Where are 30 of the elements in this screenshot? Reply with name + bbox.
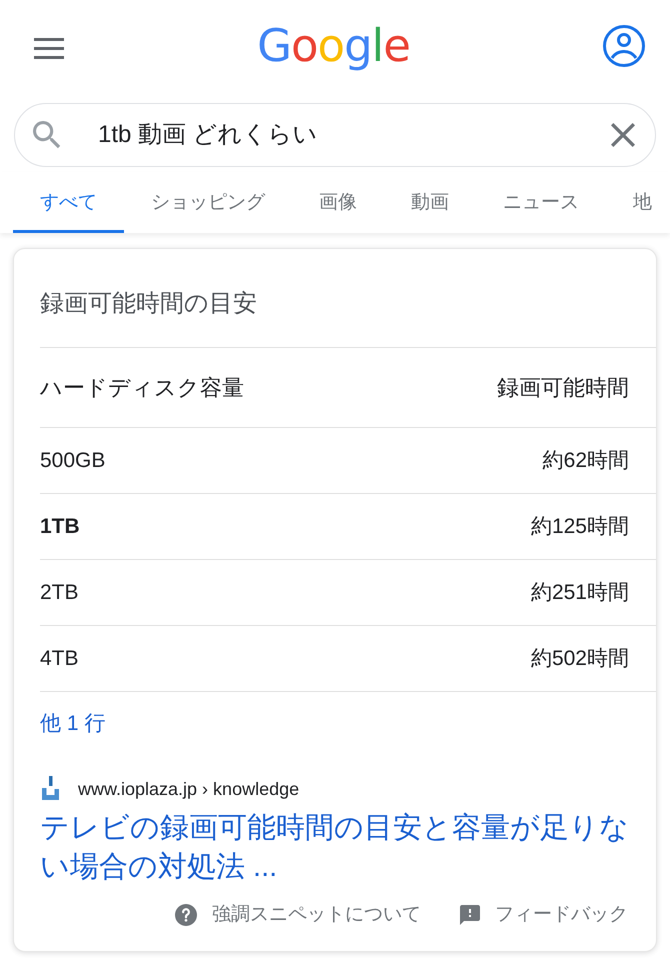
account-icon[interactable] xyxy=(603,25,645,67)
table-cell-text: 約125時間 xyxy=(530,514,629,540)
snippet-title: 録画可能時間の目安 xyxy=(40,289,258,319)
tab[interactable]: ニュース xyxy=(476,172,606,233)
table-cell-text: 約251時間 xyxy=(530,580,629,606)
table-cell-text: 4TB xyxy=(40,646,79,672)
feedback-icon xyxy=(460,905,480,925)
tab[interactable]: ショッピング xyxy=(124,172,292,233)
table-header-cell-text: 録画可能時間 xyxy=(497,374,629,402)
table-cell-text: 1TB xyxy=(40,514,80,540)
tab[interactable]: 画像 xyxy=(292,172,384,233)
help-icon xyxy=(175,904,197,926)
about-snippets-link[interactable]: 強調スニペットについて xyxy=(175,901,421,929)
search-field[interactable]: 1tb 動画 どれくらい xyxy=(14,103,656,167)
table-cell-text: 500GB xyxy=(40,448,106,474)
tab[interactable]: 動画 xyxy=(384,172,476,233)
table-cell-text: 約62時間 xyxy=(542,448,629,474)
tab[interactable]: 地 xyxy=(606,172,670,233)
menu-icon[interactable] xyxy=(34,38,64,58)
feedback-link[interactable]: フィードバック xyxy=(460,901,628,929)
search-icon xyxy=(33,121,61,149)
table-cell-text: 約502時間 xyxy=(530,646,629,672)
result-title-link[interactable]: テレビの録画可能時間の目安と容量が足りない場合の対処法 ... xyxy=(40,809,656,887)
table-header-cell-text: ハードディスク容量 xyxy=(40,374,244,402)
google-logo[interactable]: Google xyxy=(257,20,410,72)
table-cell-text: 2TB xyxy=(40,580,79,606)
more-rows-link[interactable]: 他 1 行 xyxy=(40,708,106,740)
close-icon[interactable] xyxy=(611,123,635,147)
source-url: www.ioplaza.jp › knowledge xyxy=(78,778,300,801)
favicon-icon xyxy=(40,776,62,802)
